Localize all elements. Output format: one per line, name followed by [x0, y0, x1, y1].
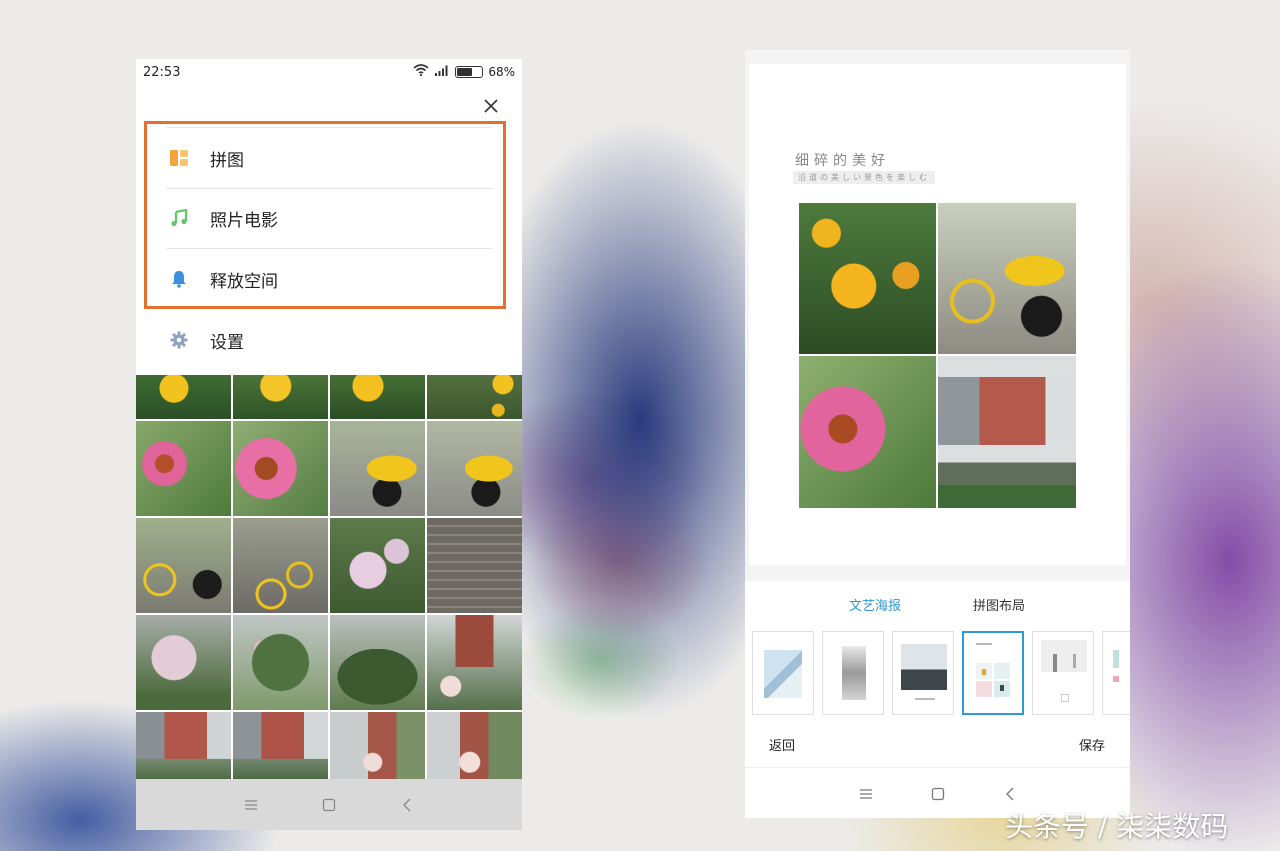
watermark: 头条号 / 柒柒数码 — [1005, 810, 1229, 843]
photo-thumbnail[interactable] — [427, 375, 522, 419]
poster-photo-marigold[interactable] — [799, 203, 936, 354]
home-square-icon — [322, 798, 336, 811]
home-nav-button[interactable] — [928, 784, 948, 804]
photo-thumbnail[interactable] — [427, 712, 522, 779]
editor-panel: 文艺海报 拼图布局 返回 保存 — [745, 581, 1130, 818]
photo-thumbnail[interactable] — [233, 712, 328, 779]
menu-item-label: 释放空间 — [210, 271, 278, 292]
menu-item-label: 照片电影 — [210, 210, 278, 231]
photo-thumbnail[interactable] — [233, 518, 328, 613]
signal-icon — [434, 64, 450, 79]
back-button[interactable]: 返回 — [769, 735, 795, 754]
menu-icon — [245, 799, 257, 810]
photo-thumbnail[interactable] — [136, 518, 231, 613]
poster-subtitle: 沿道の美しい景色を楽しむ — [793, 171, 935, 184]
photo-thumbnail[interactable] — [427, 518, 522, 613]
wifi-icon — [413, 64, 429, 79]
template-thumbnail[interactable] — [822, 631, 884, 715]
photo-thumbnail[interactable] — [233, 375, 328, 419]
left-phone-screen: 22:53 68% 拼图 照片电影 释放空间 设置 — [136, 59, 522, 830]
status-time: 22:53 — [143, 65, 181, 80]
menu-item-settings[interactable]: 设置 — [166, 310, 492, 370]
menu-item-collage[interactable]: 拼图 — [166, 128, 492, 188]
save-button[interactable]: 保存 — [1079, 735, 1105, 754]
music-note-icon — [168, 207, 190, 229]
battery-icon — [455, 65, 484, 78]
photo-thumbnail[interactable] — [136, 712, 231, 779]
gear-icon — [168, 329, 190, 351]
poster-photo-coneflower[interactable] — [799, 356, 936, 508]
back-chevron-icon — [403, 798, 411, 811]
photo-thumbnail[interactable] — [330, 421, 425, 516]
status-bar: 22:53 68% — [136, 59, 522, 87]
menu-item-label: 设置 — [210, 332, 244, 353]
photo-thumbnail[interactable] — [330, 375, 425, 419]
tab-collage-layout[interactable]: 拼图布局 — [973, 595, 1025, 614]
template-thumbnail[interactable] — [892, 631, 954, 715]
right-phone-screen: 细碎的美好 沿道の美しい景色を楽しむ 文艺海报 拼图布局 返回 保存 — [745, 50, 1130, 818]
close-icon — [484, 99, 498, 113]
photo-thumbnail[interactable] — [233, 615, 328, 710]
navigation-bar — [136, 779, 522, 830]
template-thumbnail[interactable] — [1032, 631, 1094, 715]
bell-icon — [168, 268, 190, 290]
template-thumbnail[interactable] — [752, 631, 814, 715]
home-square-icon — [931, 787, 944, 800]
menu-nav-button[interactable] — [241, 795, 261, 815]
photo-thumbnail[interactable] — [233, 421, 328, 516]
battery-percent: 68% — [488, 64, 515, 79]
photo-thumbnail[interactable] — [330, 712, 425, 779]
poster-photo-building[interactable] — [938, 356, 1076, 508]
poster-title: 细碎的美好 — [795, 153, 890, 169]
template-thumbnail[interactable] — [1102, 631, 1130, 715]
menu-item-free-space[interactable]: 释放空间 — [166, 249, 492, 309]
template-thumbnail-selected[interactable] — [962, 631, 1024, 715]
photo-thumbnail[interactable] — [330, 615, 425, 710]
photo-thumbnail[interactable] — [427, 421, 522, 516]
poster-preview: 细碎的美好 沿道の美しい景色を楽しむ — [749, 64, 1126, 565]
tab-art-poster[interactable]: 文艺海报 — [849, 595, 901, 614]
back-nav-button[interactable] — [397, 795, 417, 815]
menu-icon — [859, 788, 872, 799]
menu-item-label: 拼图 — [210, 150, 244, 171]
close-button[interactable] — [479, 94, 503, 118]
poster-photo-bikes[interactable] — [938, 203, 1076, 354]
photo-gallery — [136, 375, 522, 779]
template-strip — [752, 631, 1130, 719]
photo-thumbnail[interactable] — [330, 518, 425, 613]
photo-thumbnail[interactable] — [136, 421, 231, 516]
menu-item-photo-movie[interactable]: 照片电影 — [166, 188, 492, 248]
photo-thumbnail[interactable] — [136, 615, 231, 710]
home-nav-button[interactable] — [319, 795, 339, 815]
back-chevron-icon — [1005, 787, 1013, 800]
poster-photo-grid — [799, 203, 1076, 508]
back-nav-button[interactable] — [1000, 784, 1020, 804]
photo-thumbnail[interactable] — [136, 375, 231, 419]
status-indicators: 68% — [413, 64, 515, 79]
collage-icon — [168, 147, 190, 169]
menu-nav-button[interactable] — [856, 784, 876, 804]
photo-thumbnail[interactable] — [427, 615, 522, 710]
